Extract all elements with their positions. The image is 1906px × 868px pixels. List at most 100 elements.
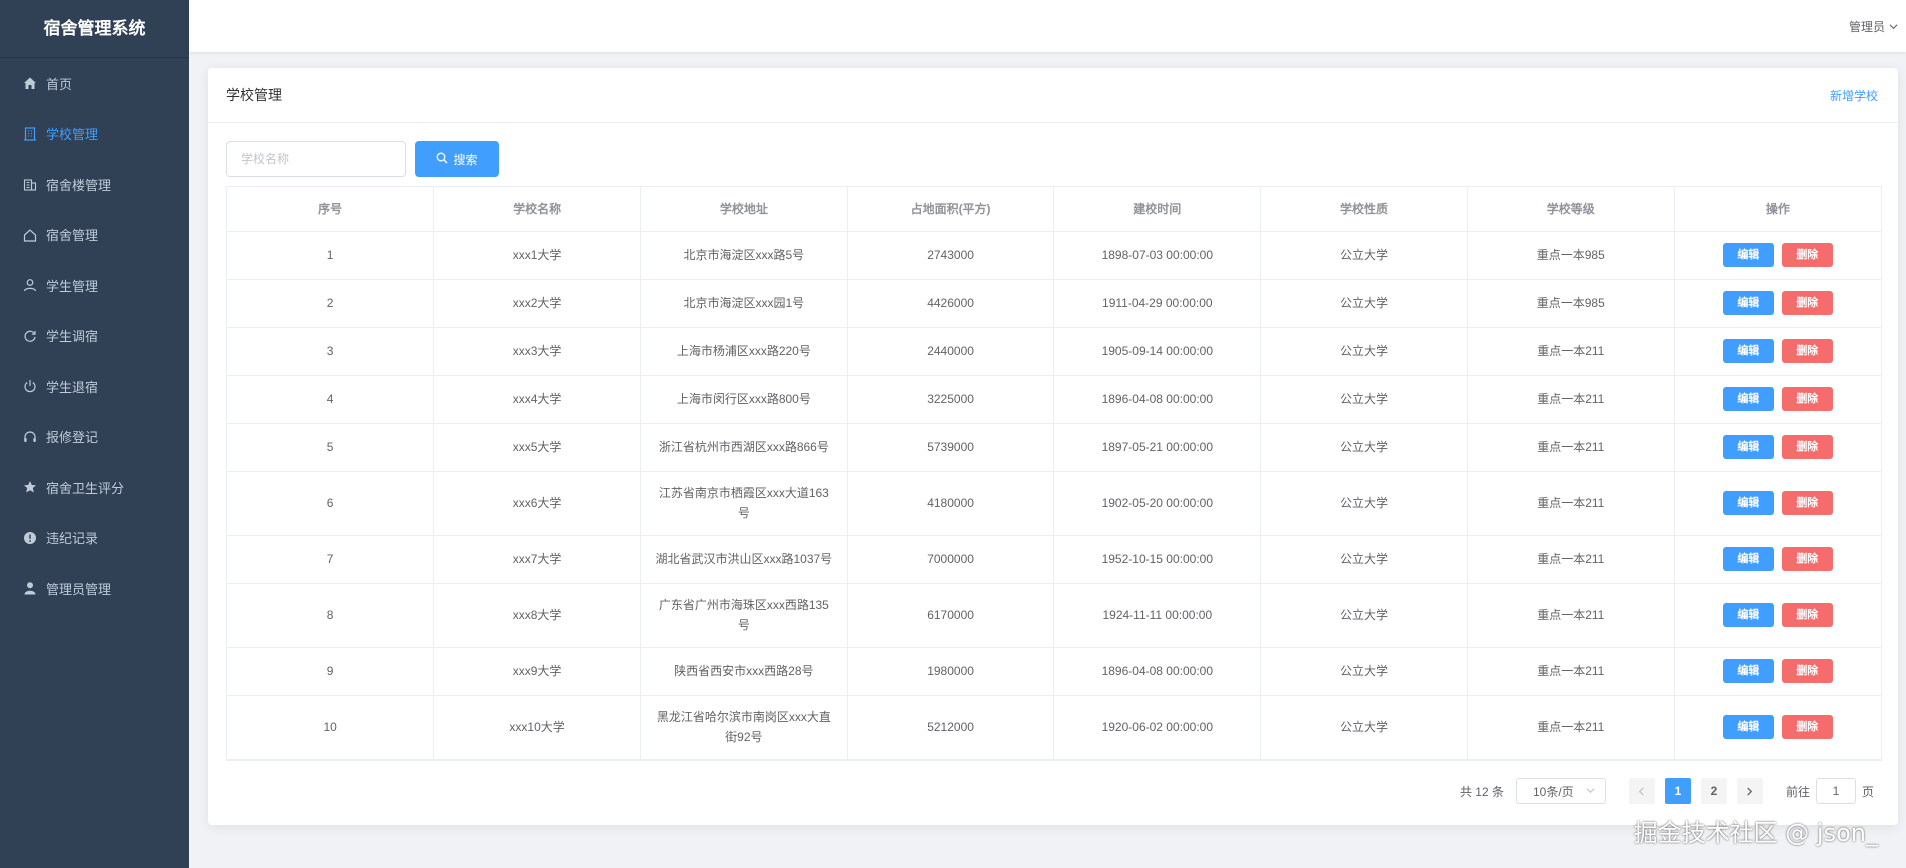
cell-name: xxx6大学 (433, 471, 641, 536)
chevron-down-icon (1889, 20, 1898, 34)
sidebar-item[interactable]: 宿舍管理 (0, 210, 189, 261)
cell-founded: 1896-04-08 00:00:00 (1053, 647, 1262, 696)
delete-button[interactable]: 删除 (1781, 547, 1833, 571)
goto-page-input[interactable] (1815, 778, 1856, 804)
sidebar-item[interactable]: 学生退宿 (0, 361, 189, 412)
cell-name: xxx8大学 (433, 583, 641, 648)
cell-no: 10 (227, 695, 435, 760)
sidebar-item-label: 学生退宿 (46, 379, 99, 395)
cell-level: 重点一本985 (1467, 279, 1675, 328)
cell-actions: 编辑 删除 (1674, 423, 1881, 472)
edit-button[interactable]: 编辑 (1722, 339, 1774, 363)
sidebar-item[interactable]: 违纪记录 (0, 513, 189, 564)
edit-button[interactable]: 编辑 (1722, 715, 1774, 739)
cell-actions: 编辑 删除 (1674, 695, 1881, 760)
cell-type: 公立大学 (1260, 231, 1468, 280)
table-row: 1 xxx1大学 北京市海淀区xxx路5号 2743000 1898-07-03 00:… (227, 231, 1881, 280)
delete-button[interactable]: 删除 (1781, 291, 1833, 315)
cell-actions: 编辑 删除 (1674, 583, 1881, 648)
home-icon (22, 75, 38, 91)
cell-type: 公立大学 (1260, 423, 1468, 472)
sidebar-item-label: 报修登记 (46, 430, 99, 446)
edit-button[interactable]: 编辑 (1722, 435, 1774, 459)
delete-button[interactable]: 删除 (1781, 435, 1833, 459)
house-icon (22, 227, 38, 243)
cell-actions: 编辑 删除 (1674, 535, 1881, 584)
column-header: 建校时间 (1053, 187, 1262, 232)
cell-area: 2743000 (847, 231, 1055, 280)
cell-level: 重点一本211 (1467, 695, 1675, 760)
building-icon (22, 126, 38, 142)
cell-name: xxx10大学 (433, 695, 641, 760)
warning-icon (22, 530, 38, 546)
sidebar-item-label: 管理员管理 (46, 581, 112, 597)
cell-name: xxx7大学 (433, 535, 641, 584)
next-page-button[interactable] (1736, 778, 1763, 804)
search-input[interactable] (226, 141, 406, 177)
delete-button[interactable]: 删除 (1781, 659, 1833, 683)
edit-button[interactable]: 编辑 (1722, 243, 1774, 267)
delete-button[interactable]: 删除 (1781, 243, 1833, 267)
edit-button[interactable]: 编辑 (1722, 603, 1774, 627)
cell-no: 6 (227, 471, 435, 536)
cell-level: 重点一本211 (1467, 423, 1675, 472)
cell-address: 湖北省武汉市洪山区xxx路1037号 (640, 535, 848, 584)
app-title: 宿舍管理系统 (0, 0, 189, 58)
edit-button[interactable]: 编辑 (1722, 387, 1774, 411)
chevron-right-icon (1747, 786, 1753, 796)
delete-button[interactable]: 删除 (1781, 387, 1833, 411)
cell-name: xxx5大学 (433, 423, 641, 472)
user-dropdown[interactable]: 管理员 (1849, 18, 1898, 35)
edit-button[interactable]: 编辑 (1722, 291, 1774, 315)
cell-address: 北京市海淀区xxx路5号 (640, 231, 848, 280)
page-number-button[interactable]: 2 (1700, 778, 1727, 804)
table-row: 7 xxx7大学 湖北省武汉市洪山区xxx路1037号 7000000 1952-10-… (227, 535, 1881, 584)
delete-button[interactable]: 删除 (1781, 715, 1833, 739)
edit-button[interactable]: 编辑 (1722, 547, 1774, 571)
main-card: 学校管理 新增学校 搜索 序号学校名称学校地址占地面积(平方)建校时间学校性质学… (208, 68, 1898, 825)
sidebar-item[interactable]: 报修登记 (0, 412, 189, 463)
star-icon (22, 479, 38, 495)
headset-icon (22, 429, 38, 445)
top-bar: 管理员 (189, 0, 1906, 52)
cell-founded: 1952-10-15 00:00:00 (1053, 535, 1262, 584)
sidebar-item[interactable]: 宿舍楼管理 (0, 159, 189, 210)
sidebar-item[interactable]: 首页 (0, 58, 189, 109)
sidebar-item[interactable]: 学生调宿 (0, 311, 189, 362)
search-button[interactable]: 搜索 (415, 141, 499, 177)
sidebar-item-label: 违纪记录 (46, 531, 99, 547)
page-title: 学校管理 (226, 87, 282, 103)
power-icon (22, 378, 38, 394)
edit-button[interactable]: 编辑 (1722, 659, 1774, 683)
delete-button[interactable]: 删除 (1781, 603, 1833, 627)
cell-no: 7 (227, 535, 435, 584)
cell-type: 公立大学 (1260, 327, 1468, 376)
cell-name: xxx3大学 (433, 327, 641, 376)
sidebar-item[interactable]: 宿舍卫生评分 (0, 462, 189, 513)
delete-button[interactable]: 删除 (1781, 339, 1833, 363)
page-number-button[interactable]: 1 (1664, 778, 1691, 804)
cell-level: 重点一本211 (1467, 647, 1675, 696)
prev-page-button[interactable] (1628, 778, 1655, 804)
column-header: 学校性质 (1260, 187, 1468, 232)
cell-founded: 1911-04-29 00:00:00 (1053, 279, 1262, 328)
cell-actions: 编辑 删除 (1674, 327, 1881, 376)
goto-suffix: 页 (1861, 784, 1874, 799)
sidebar-item[interactable]: 学校管理 (0, 109, 189, 160)
add-school-button[interactable]: 新增学校 (1830, 87, 1878, 104)
cell-actions: 编辑 删除 (1674, 279, 1881, 328)
chevron-left-icon (1639, 786, 1645, 796)
table-row: 9 xxx9大学 陕西省西安市xxx西路28号 1980000 1896-04-08 0… (227, 647, 1881, 696)
cell-area: 5739000 (847, 423, 1055, 472)
sidebar-item[interactable]: 管理员管理 (0, 563, 189, 614)
delete-button[interactable]: 删除 (1781, 491, 1833, 515)
pagination: 共 12 条 10条/页 12 前往 页 (1460, 778, 1874, 804)
cell-no: 9 (227, 647, 435, 696)
office-icon (22, 176, 38, 192)
cell-founded: 1924-11-11 00:00:00 (1053, 583, 1262, 648)
edit-button[interactable]: 编辑 (1722, 491, 1774, 515)
sidebar-item[interactable]: 学生管理 (0, 260, 189, 311)
cell-founded: 1898-07-03 00:00:00 (1053, 231, 1262, 280)
cell-type: 公立大学 (1260, 279, 1468, 328)
page-size-select[interactable]: 10条/页 (1515, 778, 1606, 804)
